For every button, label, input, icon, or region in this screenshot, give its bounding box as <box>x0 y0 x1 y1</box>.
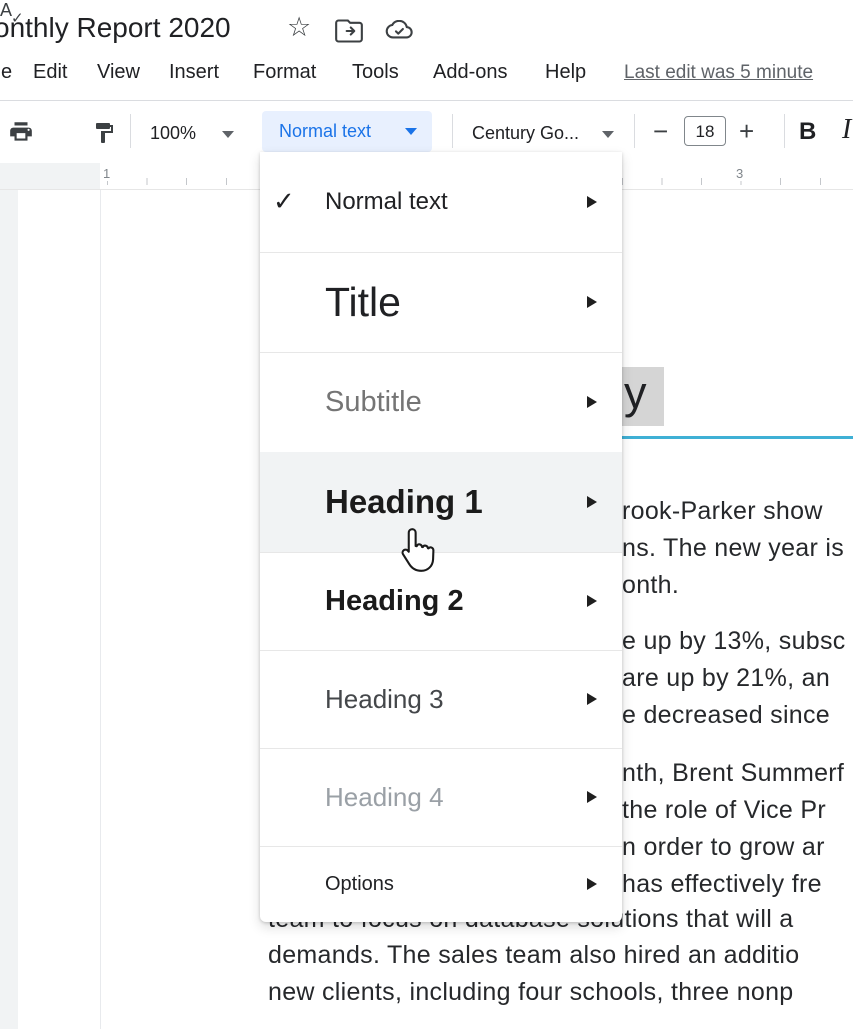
increase-font-size-button[interactable]: + <box>739 116 754 147</box>
style-option-label: Heading 2 <box>325 585 464 618</box>
spellcheck-check: ✓ <box>11 9 24 27</box>
page-left-edge <box>100 190 101 1029</box>
menu-insert[interactable]: Insert <box>169 61 219 84</box>
submenu-arrow-icon <box>587 693 597 705</box>
document-text-line[interactable]: has effectively fre <box>622 870 822 899</box>
submenu-arrow-icon <box>587 595 597 607</box>
divider <box>0 100 853 101</box>
divider <box>784 114 785 148</box>
print-icon[interactable] <box>8 119 34 150</box>
submenu-arrow-icon <box>587 296 597 308</box>
style-option-label: Normal text <box>325 188 448 216</box>
submenu-arrow-icon <box>587 396 597 408</box>
submenu-arrow-icon <box>587 791 597 803</box>
document-text-line[interactable]: n order to grow ar <box>622 833 825 862</box>
canvas-gutter <box>0 190 18 1029</box>
last-edit-status[interactable]: Last edit was 5 minute <box>624 62 813 84</box>
divider <box>130 114 131 148</box>
divider <box>634 114 635 148</box>
style-option-normal-text[interactable]: ✓ Normal text <box>260 152 622 252</box>
style-option-options[interactable]: Options <box>260 846 622 922</box>
menu-help[interactable]: Help <box>545 61 586 84</box>
ruler-margin-zone <box>0 163 100 189</box>
document-text-line[interactable]: demands. The sales team also hired an ad… <box>268 941 799 970</box>
style-option-heading-4[interactable]: Heading 4 <box>260 748 622 846</box>
document-text-line[interactable]: nth, Brent Summerf <box>622 759 844 788</box>
italic-button[interactable]: I <box>842 114 851 146</box>
check-icon: ✓ <box>273 186 295 217</box>
style-option-label: Heading 3 <box>325 684 444 715</box>
document-text-line[interactable]: are up by 21%, an <box>622 664 830 693</box>
menu-edit[interactable]: Edit <box>33 61 67 84</box>
decrease-font-size-button[interactable]: − <box>653 116 668 147</box>
menu-tools[interactable]: Tools <box>352 61 399 84</box>
document-text-line[interactable]: e decreased since <box>622 701 830 730</box>
document-text-line[interactable]: new clients, including four schools, thr… <box>268 978 794 1007</box>
document-text-line[interactable]: rook-Parker show <box>622 497 823 526</box>
menu-view[interactable]: View <box>97 61 140 84</box>
heading-fragment: y <box>624 367 647 419</box>
style-option-title[interactable]: Title <box>260 252 622 352</box>
menu-file-partial[interactable]: e <box>1 61 12 84</box>
style-option-label: Options <box>325 873 394 896</box>
document-text-line[interactable]: ns. The new year is <box>622 534 844 563</box>
paragraph-styles-menu: ✓ Normal text Title Subtitle Heading 1 H… <box>260 152 622 922</box>
cloud-status-icon <box>385 20 415 47</box>
zoom-selector[interactable]: 100% <box>146 120 238 148</box>
document-title[interactable]: onthly Report 2020 <box>0 12 231 44</box>
move-folder-icon[interactable] <box>335 19 363 48</box>
font-size-field[interactable]: 18 <box>684 116 726 146</box>
submenu-arrow-icon <box>587 878 597 890</box>
font-selected-value: Century Go... <box>472 123 579 144</box>
zoom-value: 100% <box>150 123 196 144</box>
style-option-label: Subtitle <box>325 386 422 419</box>
style-option-heading-3[interactable]: Heading 3 <box>260 650 622 748</box>
divider <box>452 114 453 148</box>
menu-format[interactable]: Format <box>253 61 316 84</box>
star-icon[interactable]: ☆ <box>287 14 311 41</box>
document-text-line[interactable]: e up by 13%, subsc <box>622 627 846 656</box>
document-text-line[interactable]: onth. <box>622 571 679 600</box>
style-option-subtitle[interactable]: Subtitle <box>260 352 622 452</box>
chevron-down-icon <box>222 131 234 138</box>
styles-selector[interactable]: Normal text <box>262 111 432 152</box>
google-docs-window: onthly Report 2020 ☆ e Edit View Insert … <box>0 0 853 1029</box>
bold-button[interactable]: B <box>799 118 816 146</box>
submenu-arrow-icon <box>587 496 597 508</box>
styles-selected-value: Normal text <box>279 121 371 142</box>
paint-format-icon[interactable] <box>92 120 116 151</box>
menu-addons[interactable]: Add-ons <box>433 61 508 84</box>
submenu-arrow-icon <box>587 196 597 208</box>
document-text-line[interactable]: the role of Vice Pr <box>622 796 826 825</box>
font-selector[interactable]: Century Go... <box>470 120 620 148</box>
chevron-down-icon <box>405 128 417 135</box>
ruler-mark-3: 3 <box>733 166 746 181</box>
chevron-down-icon <box>602 131 614 138</box>
style-option-heading-1[interactable]: Heading 1 <box>260 452 622 552</box>
style-option-label: Heading 1 <box>325 483 483 521</box>
cursor-pointer-icon <box>395 527 435 578</box>
style-option-label: Heading 4 <box>325 782 444 813</box>
style-option-label: Title <box>325 279 401 326</box>
style-option-heading-2[interactable]: Heading 2 <box>260 552 622 650</box>
ruler-mark-1: 1 <box>100 166 113 181</box>
